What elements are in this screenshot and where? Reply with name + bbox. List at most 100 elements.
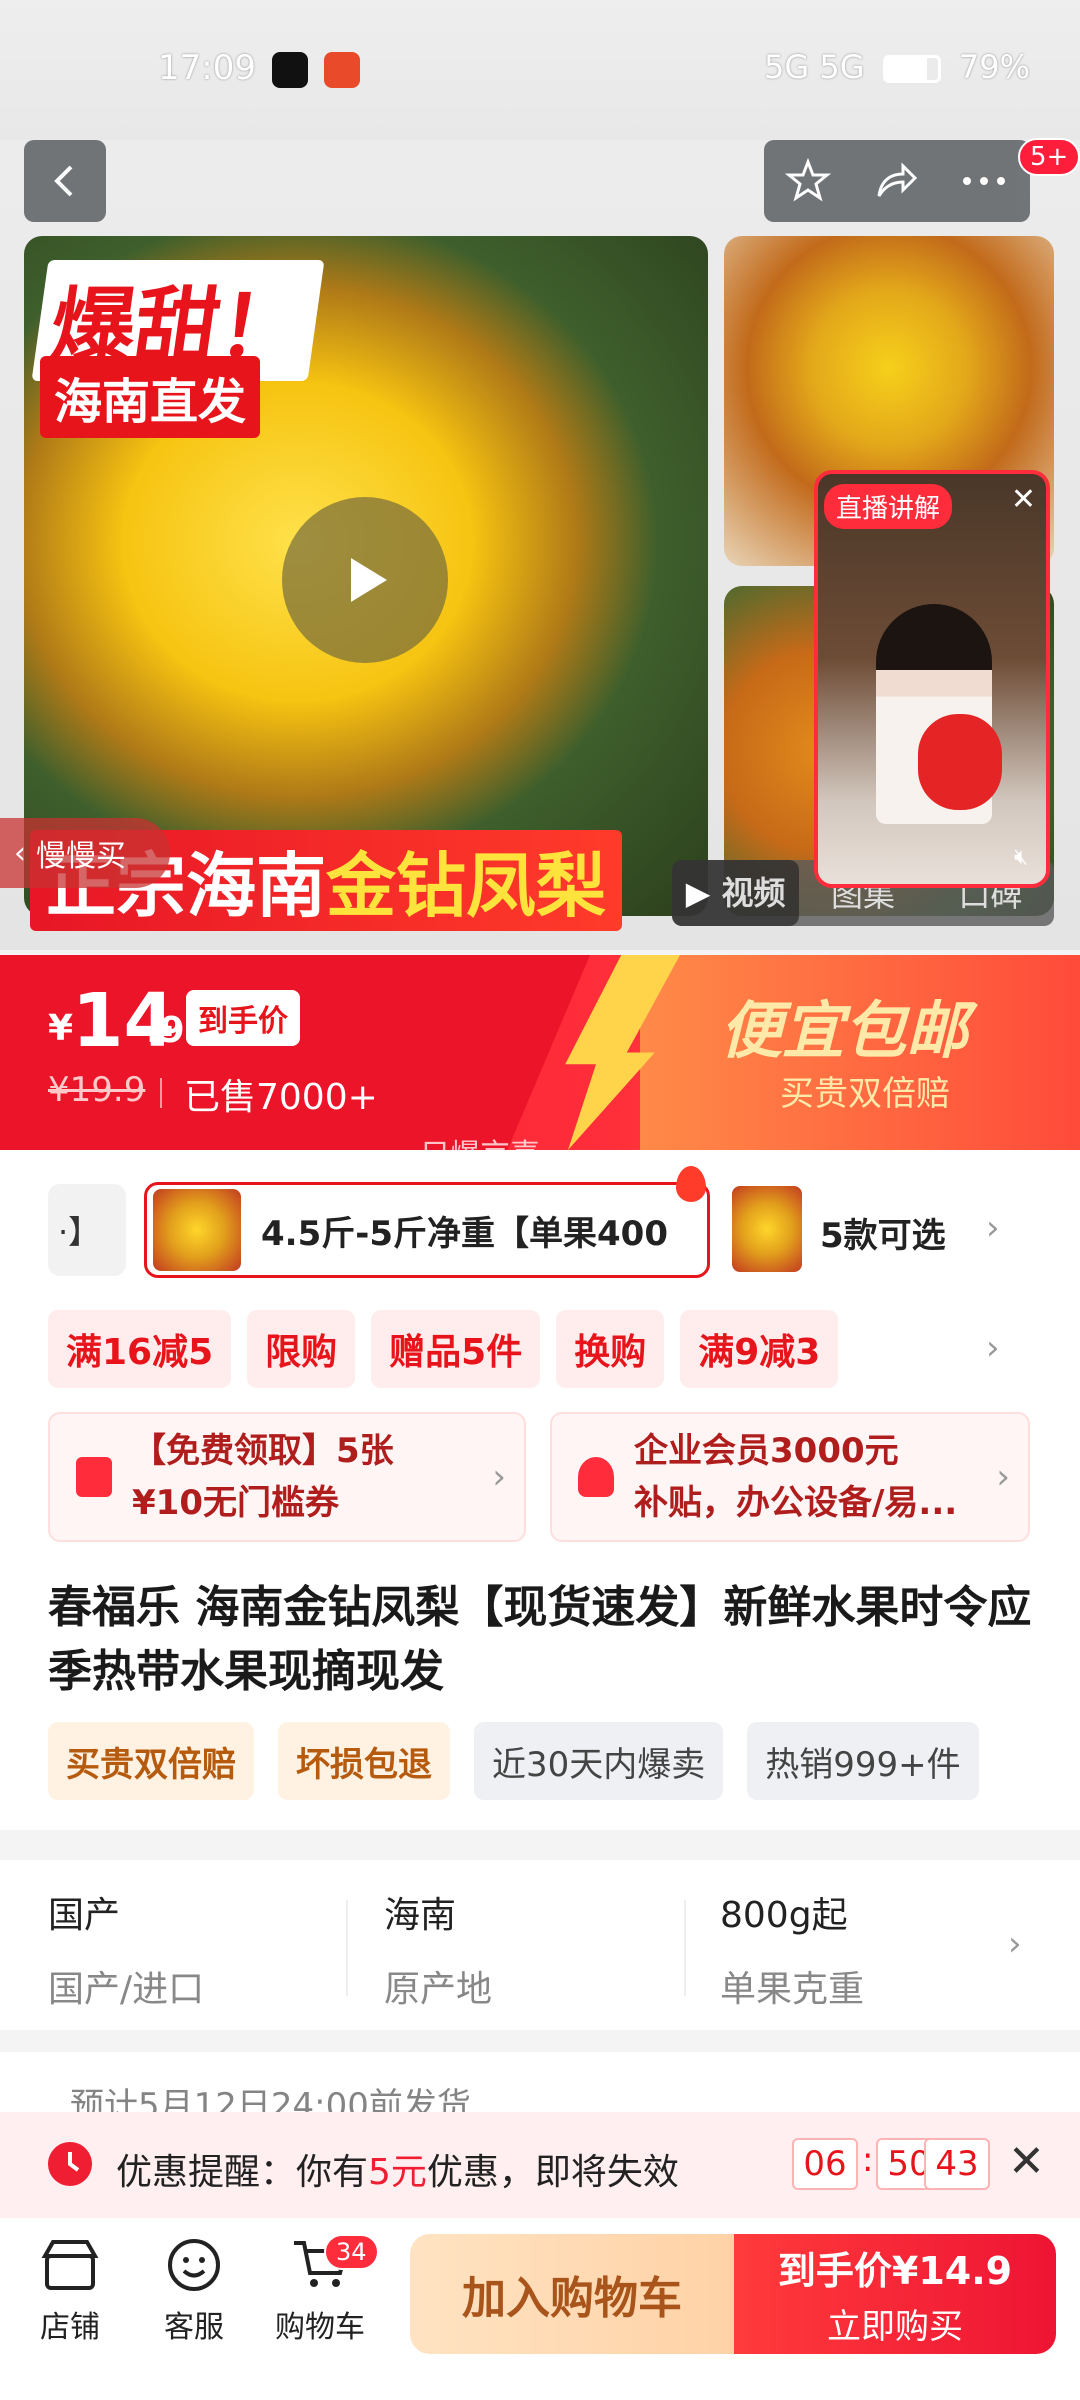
close-icon[interactable]: ✕ bbox=[1008, 2136, 1045, 2187]
buy-price-label: 到手价¥14.9 bbox=[777, 2249, 1013, 2293]
jingxi-text: 只爆京喜 bbox=[420, 1138, 540, 1173]
shop-button[interactable]: 店铺 bbox=[20, 2234, 120, 2346]
service-button[interactable]: 客服 bbox=[144, 2234, 244, 2346]
promo-tag[interactable]: 限购 bbox=[247, 1310, 356, 1388]
price-separator bbox=[160, 1078, 162, 1108]
sku-selected-label: 4.5斤-5斤净重【单果400 bbox=[261, 1213, 668, 1254]
reminder-suffix: 优惠，即将失效 bbox=[426, 2152, 679, 2193]
sku-option-prev[interactable]: ·】 bbox=[48, 1184, 126, 1276]
attribute-key: 原产地 bbox=[384, 1969, 493, 2010]
sku-thumbnail bbox=[153, 1189, 241, 1271]
attribute-value: 800g起 bbox=[720, 1895, 848, 1936]
banner-text1: 海南 bbox=[186, 845, 326, 927]
attribute-value: 国产 bbox=[48, 1895, 121, 1936]
hot-flame-icon bbox=[676, 1166, 706, 1202]
feature-tag[interactable]: 买贵双倍赔 bbox=[48, 1722, 254, 1800]
reminder-prefix: 优惠提醒：你有 bbox=[116, 2152, 369, 2193]
enterprise-card[interactable]: 企业会员3000元补贴，办公设备/易... › bbox=[550, 1412, 1030, 1542]
delivery-app-icon bbox=[324, 52, 360, 88]
mute-icon[interactable]: 🔇︎ bbox=[1014, 845, 1028, 870]
countdown-hours: 06 bbox=[792, 2138, 858, 2190]
promo-tag[interactable]: 赠品5件 bbox=[371, 1310, 541, 1388]
favorite-button[interactable] bbox=[764, 140, 852, 222]
attribute-key: 单果克重 bbox=[720, 1969, 865, 2010]
image-subheadline: 海南直发 bbox=[40, 356, 261, 438]
enterprise-line2: 补贴，办公设备/易... bbox=[634, 1483, 958, 1523]
sku-thumbnail-next[interactable] bbox=[732, 1186, 802, 1272]
price-label: 到手价 bbox=[186, 990, 300, 1046]
attribute-divider bbox=[684, 1900, 686, 1996]
section-divider bbox=[0, 1838, 1080, 1860]
promo-tag[interactable]: 换购 bbox=[556, 1310, 665, 1388]
smile-icon bbox=[168, 2239, 220, 2291]
buy-now-button[interactable]: 到手价¥14.9 立即购买 bbox=[734, 2234, 1056, 2354]
slow-buy-label: 慢慢买 bbox=[36, 839, 126, 874]
sold-count: 已售7000+ bbox=[184, 1077, 378, 1118]
chevron-left-icon: ‹ bbox=[14, 835, 26, 871]
status-indicators: 5G 5G 79% bbox=[764, 48, 1030, 86]
back-button[interactable] bbox=[24, 140, 106, 222]
feature-tag[interactable]: 热销999+件 bbox=[747, 1722, 979, 1800]
notification-badge: 5+ bbox=[1018, 138, 1080, 176]
cart-label: 购物车 bbox=[275, 2310, 365, 2345]
chevron-right-icon: › bbox=[492, 1457, 506, 1497]
shop-label: 店铺 bbox=[40, 2310, 100, 2345]
chevron-right-icon[interactable]: › bbox=[1008, 1924, 1022, 1964]
star-icon bbox=[785, 158, 831, 202]
promo-tag[interactable]: 满16减5 bbox=[48, 1310, 232, 1388]
attribute-origin: 海南 原产地 bbox=[384, 1886, 684, 2012]
chevron-right-icon[interactable]: › bbox=[986, 1328, 1000, 1368]
coupon-line2: ¥10无门槛券 bbox=[132, 1483, 339, 1523]
live-mascot bbox=[918, 714, 1002, 810]
attribute-value: 海南 bbox=[384, 1895, 457, 1936]
promo-tag[interactable]: 满9减3 bbox=[680, 1310, 839, 1388]
status-time: 17:09 bbox=[158, 48, 256, 88]
feature-tag[interactable]: 坏损包退 bbox=[278, 1722, 450, 1800]
tab-video[interactable]: ▶ 视频 bbox=[672, 860, 800, 926]
tab-video-label: 视频 bbox=[721, 874, 786, 912]
promo-subline: 买贵双倍赔 bbox=[780, 1074, 950, 1114]
header-actions bbox=[764, 140, 1030, 222]
attribute-origin-type: 国产 国产/进口 bbox=[48, 1886, 348, 2012]
slow-buy-tab[interactable]: ‹ 慢慢买 bbox=[0, 818, 170, 888]
coupon-card[interactable]: 【免费领取】5张 ¥10无门槛券 › bbox=[48, 1412, 526, 1542]
reminder-text: 优惠提醒：你有5元优惠，即将失效 bbox=[116, 2143, 679, 2195]
store-icon bbox=[41, 2240, 99, 2290]
attribute-divider bbox=[346, 1900, 348, 1996]
chevron-left-icon bbox=[54, 165, 73, 197]
reminder-amount: 5元 bbox=[368, 2152, 427, 2193]
share-button[interactable] bbox=[852, 140, 940, 222]
live-stream-window[interactable]: 直播讲解 ✕ 🔇︎ bbox=[814, 470, 1050, 888]
chevron-right-icon: › bbox=[996, 1457, 1010, 1497]
promo-headline: 便宜包邮 bbox=[720, 994, 969, 1067]
calendar-icon bbox=[76, 1457, 112, 1497]
service-label: 客服 bbox=[164, 2310, 224, 2345]
live-tag: 直播讲解 bbox=[824, 484, 953, 529]
user-icon bbox=[578, 1457, 614, 1497]
sku-count[interactable]: 5款可选 bbox=[820, 1208, 946, 1257]
more-button[interactable] bbox=[940, 140, 1028, 222]
enterprise-line1: 企业会员3000元 bbox=[634, 1431, 899, 1471]
chevron-right-icon[interactable]: › bbox=[986, 1208, 1000, 1248]
feature-tag[interactable]: 近30天内爆卖 bbox=[474, 1722, 724, 1800]
banner-text2: 金钻凤梨 bbox=[326, 845, 606, 927]
battery-icon bbox=[882, 55, 941, 83]
price-currency: ¥ bbox=[48, 1008, 74, 1049]
original-price: ¥19.9 bbox=[48, 1070, 146, 1110]
attribute-weight: 800g起单果克重 bbox=[720, 1886, 1020, 2012]
play-video-button[interactable] bbox=[282, 497, 448, 663]
section-divider bbox=[0, 2030, 1080, 2052]
sku-option-selected[interactable]: 4.5斤-5斤净重【单果400 bbox=[144, 1182, 710, 1278]
promo-tags: 满16减5 限购 赠品5件 换购 满9减3 bbox=[48, 1310, 839, 1388]
close-icon[interactable]: ✕ bbox=[1011, 482, 1036, 517]
add-to-cart-button[interactable]: 加入购物车 bbox=[410, 2234, 734, 2354]
coupon-line1: 【免费领取】5张 bbox=[132, 1431, 394, 1471]
price-decimal: .9 bbox=[146, 1010, 185, 1051]
feature-tags: 买贵双倍赔 坏损包退 近30天内爆卖 热销999+件 bbox=[48, 1722, 979, 1800]
countdown-seconds: 43 bbox=[924, 2138, 990, 2190]
product-title: 春福乐 海南金钻凤梨【现货速发】新鲜水果时令应季热带水果现摘现发 bbox=[48, 1582, 1032, 1697]
countdown-colon: : bbox=[862, 2140, 874, 2180]
share-icon bbox=[877, 162, 918, 197]
tiktok-app-icon bbox=[272, 52, 308, 88]
more-icon bbox=[963, 177, 1005, 185]
